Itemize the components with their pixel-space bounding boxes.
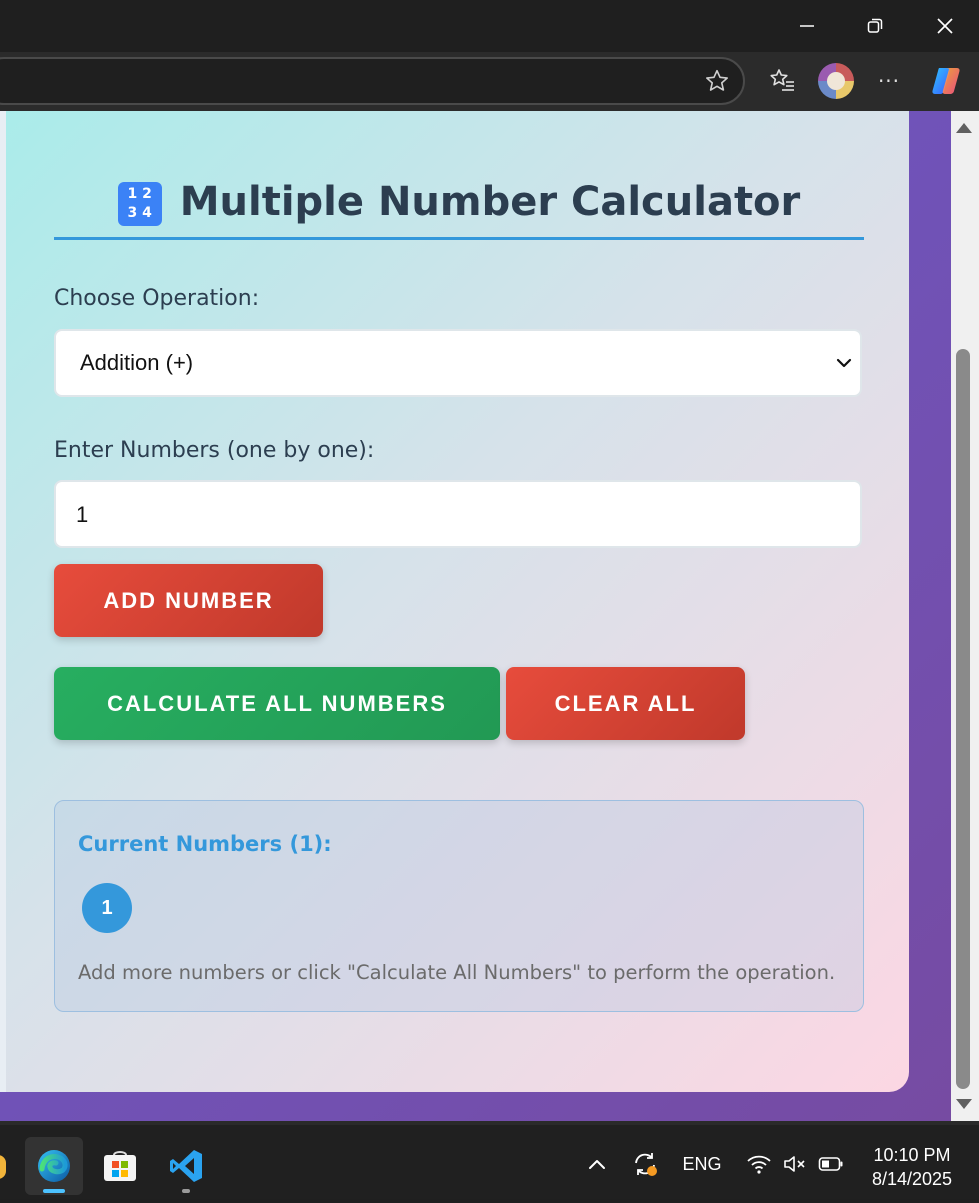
current-numbers-panel: Current Numbers (1): 1 Add more numbers … bbox=[54, 800, 864, 1012]
taskbar-vscode[interactable] bbox=[157, 1137, 215, 1195]
taskbar-store[interactable] bbox=[91, 1137, 149, 1195]
edge-icon bbox=[38, 1150, 70, 1182]
system-clock[interactable]: 10:10 PM 8/14/2025 bbox=[852, 1143, 972, 1191]
close-icon bbox=[937, 18, 953, 34]
favorites-list-icon[interactable] bbox=[765, 64, 799, 98]
scroll-up-arrow-icon[interactable] bbox=[956, 123, 972, 133]
battery-icon[interactable] bbox=[815, 1125, 847, 1203]
show-hidden-icons-chevron-icon[interactable] bbox=[582, 1125, 612, 1203]
copilot-icon[interactable] bbox=[928, 63, 964, 99]
input-language[interactable]: ENG bbox=[680, 1125, 724, 1203]
minimize-icon bbox=[800, 25, 814, 27]
address-bar[interactable] bbox=[0, 57, 745, 105]
page-title-text: Multiple Number Calculator bbox=[179, 179, 801, 225]
active-app-indicator bbox=[43, 1189, 65, 1193]
clear-all-button[interactable]: CLEAR ALL bbox=[506, 667, 745, 740]
store-icon bbox=[104, 1151, 136, 1181]
clock-time: 10:10 PM bbox=[873, 1145, 951, 1165]
chevron-down-icon bbox=[836, 358, 852, 368]
scroll-thumb[interactable] bbox=[956, 349, 970, 1089]
operation-label: Choose Operation: bbox=[54, 286, 260, 311]
operation-select[interactable]: Addition (+) bbox=[54, 329, 862, 397]
wifi-icon[interactable] bbox=[744, 1125, 774, 1203]
avatar-face bbox=[827, 72, 845, 90]
favorite-star-icon[interactable] bbox=[700, 64, 734, 98]
running-app-indicator bbox=[182, 1189, 190, 1193]
windows-taskbar: ENG 10:10 PM 8/14/2025 bbox=[0, 1121, 979, 1199]
partial-app-icon[interactable] bbox=[0, 1155, 6, 1179]
volume-muted-icon[interactable] bbox=[780, 1125, 810, 1203]
number-chip: 1 bbox=[82, 883, 132, 933]
calculate-all-button[interactable]: CALCULATE ALL NUMBERS bbox=[54, 667, 500, 740]
more-options-icon[interactable]: ··· bbox=[872, 64, 906, 98]
sync-update-icon[interactable] bbox=[627, 1125, 663, 1203]
operation-selected-value: Addition (+) bbox=[80, 350, 194, 375]
number-input[interactable]: 1 bbox=[54, 480, 862, 548]
scroll-down-arrow-icon[interactable] bbox=[956, 1099, 972, 1109]
numbers-label: Enter Numbers (one by one): bbox=[54, 438, 375, 463]
clock-date: 8/14/2025 bbox=[871, 1169, 953, 1189]
page-viewport: 1 2 3 4 Multiple Number Calculator Choose… bbox=[0, 111, 951, 1121]
title-divider bbox=[54, 237, 864, 240]
restore-icon bbox=[867, 18, 883, 33]
numbers-emoji-icon: 1 2 3 4 bbox=[117, 182, 162, 226]
page-title: 1 2 3 4 Multiple Number Calculator bbox=[54, 179, 864, 226]
current-numbers-title: Current Numbers (1): bbox=[78, 832, 332, 856]
page-scrollbar[interactable] bbox=[951, 111, 979, 1121]
close-button[interactable] bbox=[911, 0, 979, 52]
browser-toolbar: ··· bbox=[0, 52, 979, 111]
restore-button[interactable] bbox=[841, 0, 909, 52]
window-titlebar bbox=[0, 0, 979, 52]
profile-avatar[interactable] bbox=[818, 63, 854, 99]
minimize-button[interactable] bbox=[773, 0, 841, 52]
vscode-icon bbox=[170, 1150, 202, 1182]
taskbar-edge[interactable] bbox=[25, 1137, 83, 1195]
hint-text: Add more numbers or click "Calculate All… bbox=[78, 961, 836, 984]
calculator-card: 1 2 3 4 Multiple Number Calculator Choose… bbox=[6, 111, 909, 1092]
add-number-button[interactable]: ADD NUMBER bbox=[54, 564, 323, 637]
